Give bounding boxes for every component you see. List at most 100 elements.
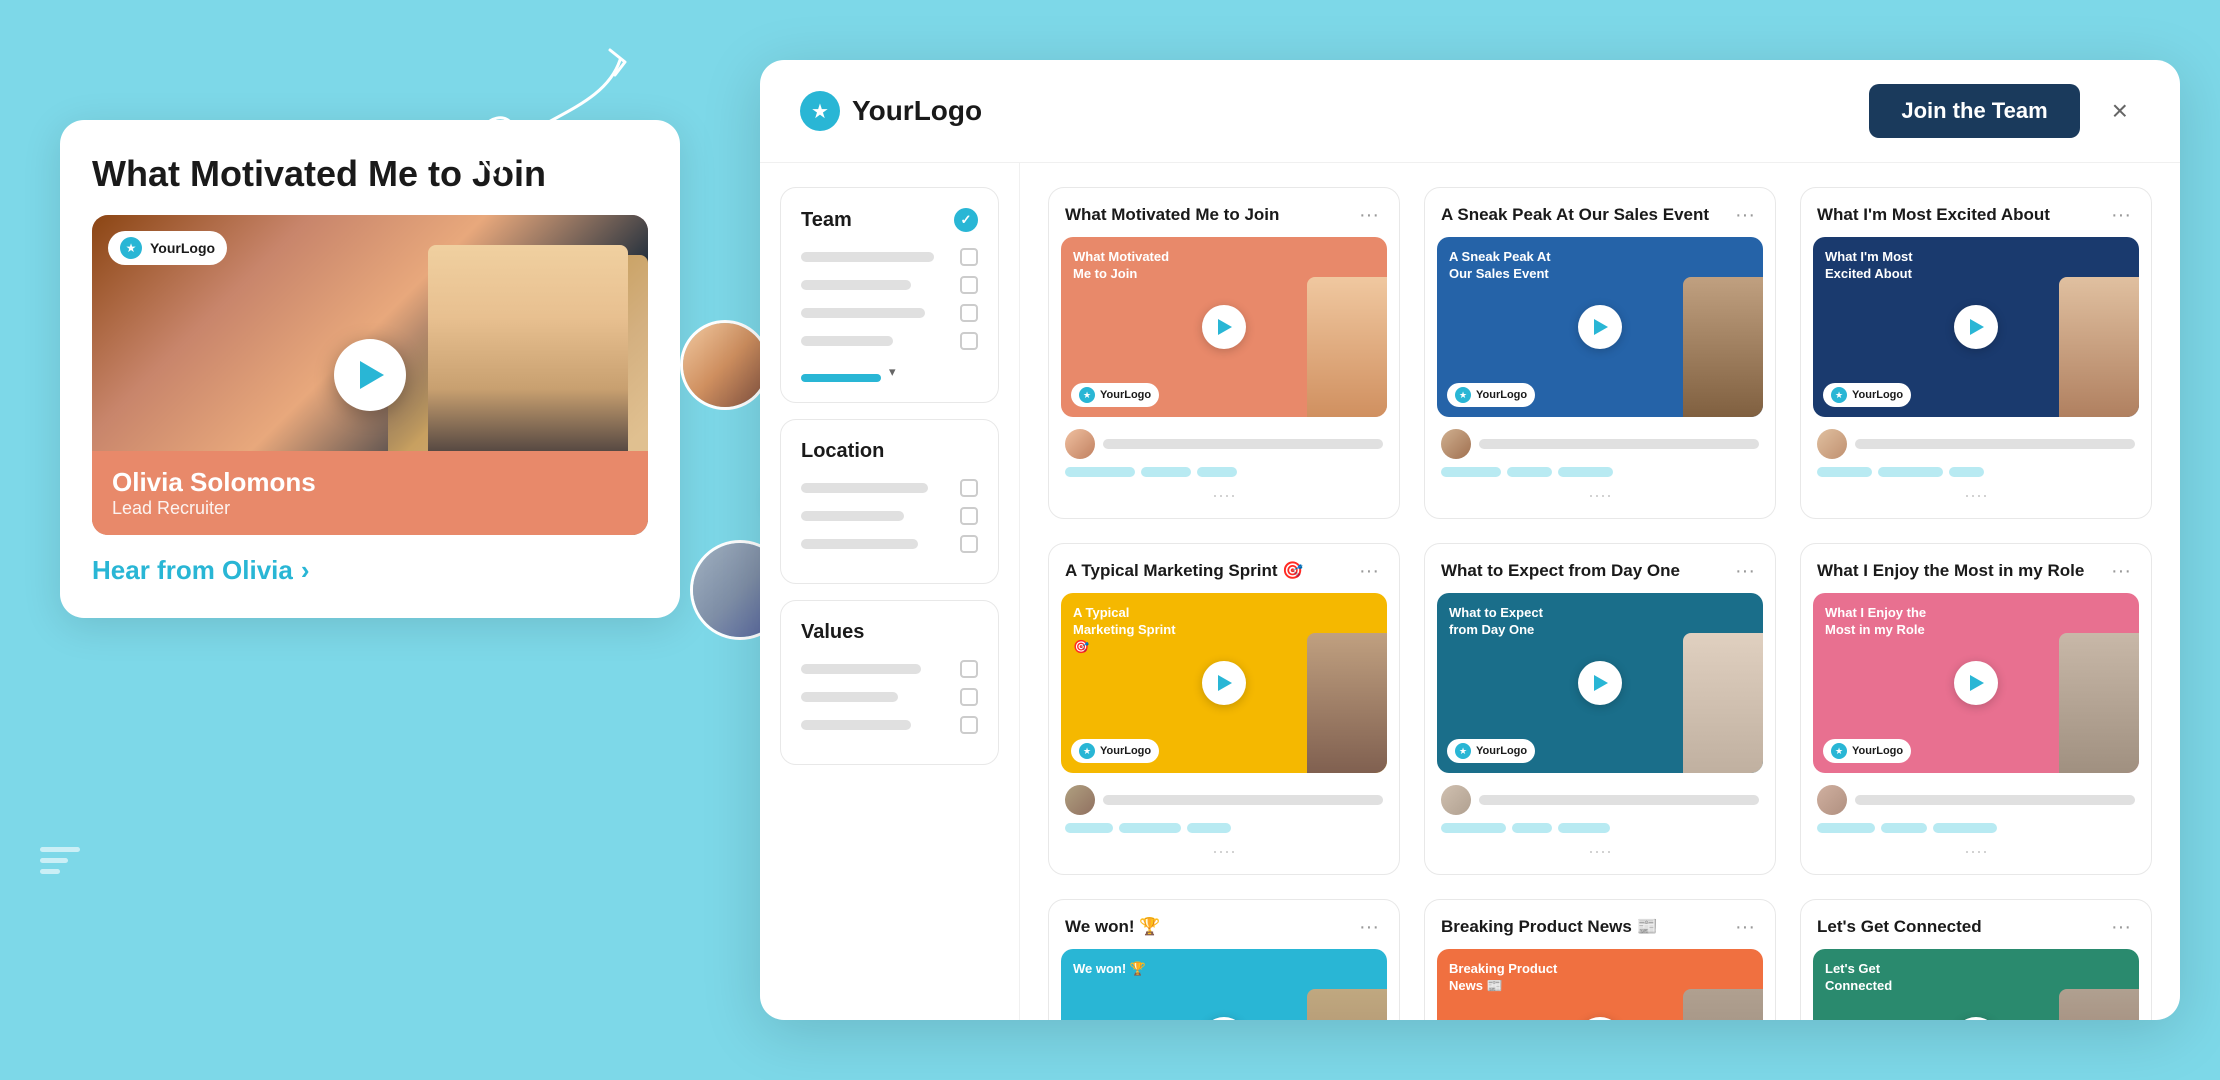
- vc-thumb-4[interactable]: A Typical Marketing Sprint 🎯 ★ YourLogo: [1061, 593, 1387, 773]
- filter-checkbox-2[interactable]: [960, 276, 978, 294]
- filter-checkbox-1[interactable]: [960, 248, 978, 266]
- app-header: ★ YourLogo Join the Team ×: [760, 60, 2180, 163]
- filter-team-row-4[interactable]: [801, 332, 978, 350]
- app-body: Team ✓: [760, 163, 2180, 1020]
- hear-from-link[interactable]: Hear from Olivia ›: [92, 555, 648, 586]
- hear-from-text: Hear from Olivia: [92, 555, 293, 586]
- vc-play-1[interactable]: [1202, 305, 1246, 349]
- filter-checkbox-3[interactable]: [960, 304, 978, 322]
- video-grid: What Motivated Me to Join ··· What Motiv…: [1048, 187, 2152, 1020]
- close-button[interactable]: ×: [2100, 91, 2140, 131]
- arrow-decoration: [460, 40, 660, 200]
- filter-section-location: Location: [780, 419, 999, 584]
- play-button[interactable]: [334, 339, 406, 411]
- video-card-6: What I Enjoy the Most in my Role ··· Wha…: [1800, 543, 2152, 875]
- vc-thumb-1[interactable]: What Motivated Me to Join ★ YourLogo: [1061, 237, 1387, 417]
- vc-expand-2[interactable]: ····: [1441, 485, 1759, 506]
- video-card-7: We won! 🏆 ··· We won! 🏆 ★ YourLogo: [1048, 899, 1400, 1020]
- filter-val-row-1[interactable]: [801, 660, 978, 678]
- filter-checkbox-4[interactable]: [960, 332, 978, 350]
- vc-thumb-label-2: A Sneak Peak At Our Sales Event: [1449, 249, 1559, 283]
- filter-loc-row-1[interactable]: [801, 479, 978, 497]
- vc-expand-5[interactable]: ····: [1441, 841, 1759, 862]
- vc-expand-6[interactable]: ····: [1817, 841, 2135, 862]
- vc-menu-9[interactable]: ···: [2107, 916, 2135, 939]
- vc-header-6: What I Enjoy the Most in my Role ···: [1801, 544, 2151, 593]
- vc-footer-2: ····: [1425, 417, 1775, 518]
- vc-menu-3[interactable]: ···: [2107, 204, 2135, 227]
- vc-menu-8[interactable]: ···: [1731, 916, 1759, 939]
- vc-header-2: A Sneak Peak At Our Sales Event ···: [1425, 188, 1775, 237]
- filter-loc-row-2[interactable]: [801, 507, 978, 525]
- vc-menu-7[interactable]: ···: [1355, 916, 1383, 939]
- filter-val-row-3[interactable]: [801, 716, 978, 734]
- join-team-button[interactable]: Join the Team: [1869, 84, 2079, 138]
- card-video-thumb[interactable]: ★ YourLogo Olivia Solomons Lead Recruite…: [92, 215, 648, 535]
- filter-team-row-1[interactable]: [801, 248, 978, 266]
- sidebar: Team ✓: [760, 163, 1020, 1020]
- vc-avatar-5: [1441, 785, 1471, 815]
- vc-footer-5: ····: [1425, 773, 1775, 874]
- vc-expand-3[interactable]: ····: [1817, 485, 2135, 506]
- filter-loc-checkbox-1[interactable]: [960, 479, 978, 497]
- vc-logo-text-2: YourLogo: [1476, 389, 1527, 401]
- vc-play-5[interactable]: [1578, 661, 1622, 705]
- filter-val-checkbox-3[interactable]: [960, 716, 978, 734]
- vc-play-6[interactable]: [1954, 661, 1998, 705]
- vc-play-4[interactable]: [1202, 661, 1246, 705]
- vc-play-7[interactable]: [1202, 1017, 1246, 1020]
- vc-menu-1[interactable]: ···: [1355, 204, 1383, 227]
- filter-val-row-2[interactable]: [801, 688, 978, 706]
- filter-team-row-2[interactable]: [801, 276, 978, 294]
- vc-menu-4[interactable]: ···: [1355, 560, 1383, 583]
- vc-menu-2[interactable]: ···: [1731, 204, 1759, 227]
- vc-thumb-2[interactable]: A Sneak Peak At Our Sales Event ★ YourLo…: [1437, 237, 1763, 417]
- card-logo-text: YourLogo: [150, 240, 215, 256]
- vc-logo-2: ★ YourLogo: [1447, 383, 1535, 407]
- filter-location-title: Location: [801, 440, 978, 463]
- vc-title-8: Breaking Product News 📰: [1441, 917, 1731, 937]
- filter-team-row-3[interactable]: [801, 304, 978, 322]
- vc-thumb-8[interactable]: Breaking Product News 📰 ★ YourLogo: [1437, 949, 1763, 1020]
- vc-play-3[interactable]: [1954, 305, 1998, 349]
- vc-expand-1[interactable]: ····: [1065, 485, 1383, 506]
- vc-name-line-3: [1855, 439, 2135, 449]
- vc-header-8: Breaking Product News 📰 ···: [1425, 900, 1775, 949]
- vc-menu-5[interactable]: ···: [1731, 560, 1759, 583]
- filter-values-title: Values: [801, 621, 978, 644]
- brand-star-icon: ★: [800, 91, 840, 131]
- vc-play-8[interactable]: [1578, 1017, 1622, 1020]
- vc-header-9: Let's Get Connected ···: [1801, 900, 2151, 949]
- filter-dropdown-icon[interactable]: ▾: [889, 364, 896, 380]
- vc-logo-star-3: ★: [1831, 387, 1847, 403]
- brand: ★ YourLogo: [800, 91, 982, 131]
- filter-val-checkbox-2[interactable]: [960, 688, 978, 706]
- vc-name-line-6: [1855, 795, 2135, 805]
- filter-section-team: Team ✓: [780, 187, 999, 403]
- brand-name: YourLogo: [852, 95, 982, 127]
- vc-tag-4b: [1119, 823, 1181, 833]
- vc-tag-5a: [1441, 823, 1506, 833]
- vc-play-9[interactable]: [1954, 1017, 1998, 1020]
- vc-expand-4[interactable]: ····: [1065, 841, 1383, 862]
- vc-tag-3b: [1878, 467, 1943, 477]
- decorative-lines: [40, 847, 80, 880]
- vc-thumb-7[interactable]: We won! 🏆 ★ YourLogo: [1061, 949, 1387, 1020]
- vc-tag-1b: [1141, 467, 1191, 477]
- vc-tag-1a: [1065, 467, 1135, 477]
- vc-logo-text-3: YourLogo: [1852, 389, 1903, 401]
- video-card-4: A Typical Marketing Sprint 🎯 ··· A Typic…: [1048, 543, 1400, 875]
- filter-loc-checkbox-2[interactable]: [960, 507, 978, 525]
- filter-val-checkbox-1[interactable]: [960, 660, 978, 678]
- vc-avatar-2: [1441, 429, 1471, 459]
- vc-menu-6[interactable]: ···: [2107, 560, 2135, 583]
- vc-play-2[interactable]: [1578, 305, 1622, 349]
- vc-thumb-3[interactable]: What I'm Most Excited About ★ YourLogo: [1813, 237, 2139, 417]
- filter-team-title: Team ✓: [801, 208, 978, 232]
- vc-thumb-6[interactable]: What I Enjoy the Most in my Role ★ YourL…: [1813, 593, 2139, 773]
- filter-loc-row-3[interactable]: [801, 535, 978, 553]
- vc-thumb-5[interactable]: What to Expect from Day One ★ YourLogo: [1437, 593, 1763, 773]
- filter-loc-checkbox-3[interactable]: [960, 535, 978, 553]
- video-card-9: Let's Get Connected ··· Let's Get Connec…: [1800, 899, 2152, 1020]
- vc-thumb-9[interactable]: Let's Get Connected ★ YourLogo: [1813, 949, 2139, 1020]
